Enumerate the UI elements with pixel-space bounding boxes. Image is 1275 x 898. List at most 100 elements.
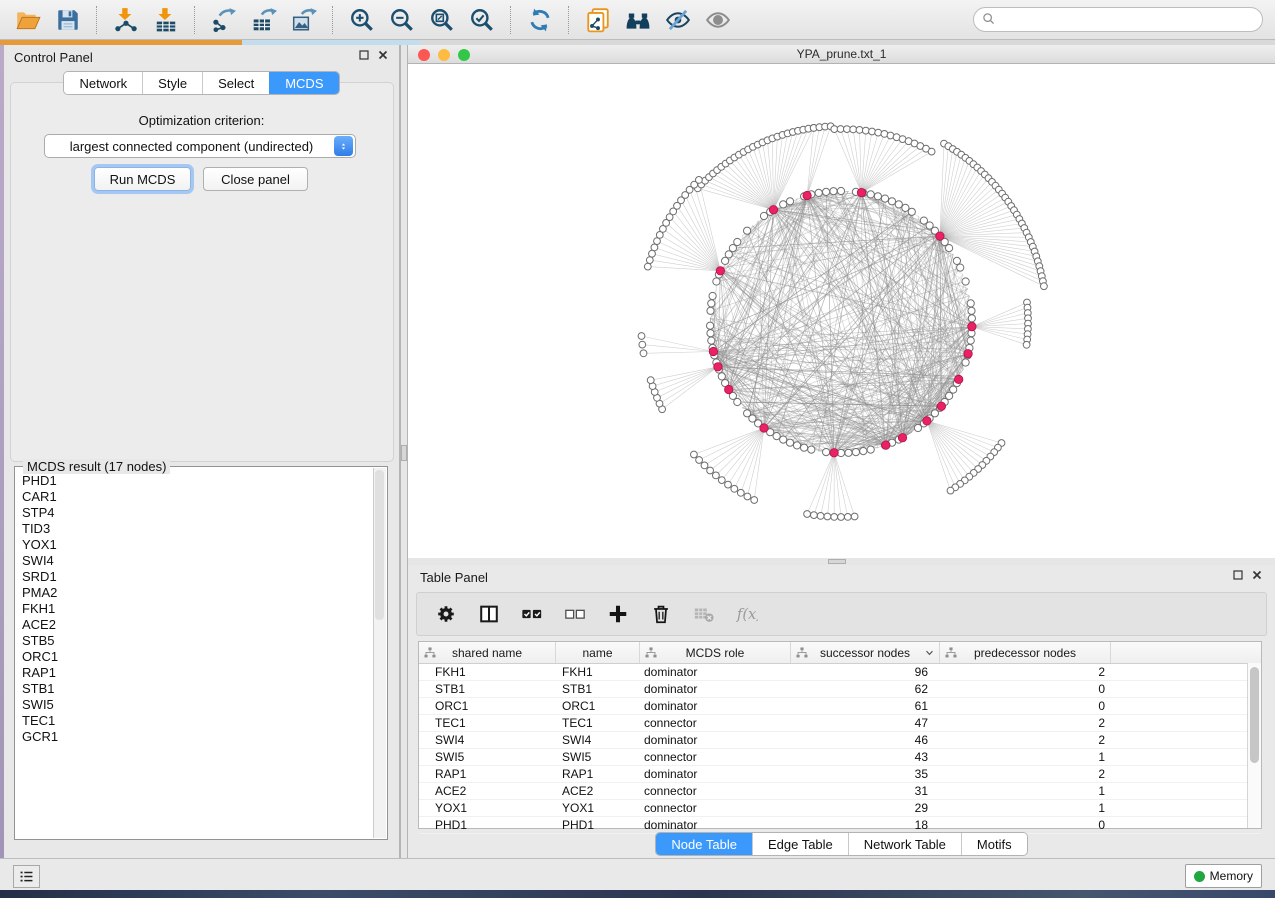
run-mcds-button[interactable]: Run MCDS	[94, 167, 191, 191]
cell-MCDS-role[interactable]: dominator	[640, 698, 791, 714]
add-row-button[interactable]	[605, 598, 631, 630]
save-session-button[interactable]	[48, 4, 88, 36]
network-node[interactable]	[968, 315, 975, 322]
mcds-result-item[interactable]: STB5	[22, 633, 374, 649]
network-node[interactable]	[967, 300, 974, 307]
close-panel-button[interactable]: Close panel	[203, 167, 308, 191]
table-row[interactable]: FKH1FKH1dominator962	[419, 664, 1261, 681]
mcds-hub-node[interactable]	[803, 191, 811, 199]
zoom-selected-button[interactable]	[462, 4, 502, 36]
leaf-node[interactable]	[725, 481, 732, 488]
network-node[interactable]	[860, 448, 867, 455]
cell-MCDS-role[interactable]: connector	[640, 715, 791, 731]
network-graph[interactable]	[408, 64, 1275, 558]
mcds-hub-node[interactable]	[937, 402, 945, 410]
select-all-button[interactable]	[519, 598, 545, 630]
mcds-hub-node[interactable]	[968, 322, 976, 330]
column-header-name[interactable]: name	[556, 642, 640, 663]
leaf-node[interactable]	[644, 263, 651, 270]
cell-successor-nodes[interactable]: 18	[791, 817, 940, 833]
mcds-hub-node[interactable]	[936, 232, 944, 240]
cell-name[interactable]: RAP1	[556, 766, 640, 782]
network-node[interactable]	[867, 191, 874, 198]
show-graphics-button[interactable]	[698, 4, 738, 36]
mcds-result-item[interactable]: CAR1	[22, 489, 374, 505]
mcds-result-item[interactable]: TEC1	[22, 713, 374, 729]
close-panel-icon[interactable]	[1251, 568, 1263, 586]
network-node[interactable]	[874, 193, 881, 200]
zoom-in-button[interactable]	[342, 4, 382, 36]
cell-successor-nodes[interactable]: 47	[791, 715, 940, 731]
open-session-button[interactable]	[8, 4, 48, 36]
mcds-hub-node[interactable]	[709, 347, 717, 355]
mcds-result-item[interactable]: TID3	[22, 521, 374, 537]
criterion-select[interactable]: largest connected component (undirected)	[44, 134, 356, 158]
leaf-node[interactable]	[649, 250, 656, 257]
leaf-node[interactable]	[640, 350, 647, 357]
leaf-node[interactable]	[718, 477, 725, 484]
network-node[interactable]	[780, 201, 787, 208]
table-row[interactable]: STB1STB1dominator620	[419, 681, 1261, 698]
cell-shared-name[interactable]: STB1	[419, 681, 556, 697]
search-input[interactable]	[1002, 12, 1262, 28]
cell-predecessor-nodes[interactable]: 2	[940, 732, 1111, 748]
window-maximize-icon[interactable]	[458, 49, 470, 61]
table-row[interactable]: ORC1ORC1dominator610	[419, 698, 1261, 715]
tab-network-table[interactable]: Network Table	[848, 833, 961, 855]
network-node[interactable]	[957, 264, 964, 271]
splitter-handle[interactable]	[828, 559, 846, 564]
leaf-node[interactable]	[856, 127, 863, 134]
memory-button[interactable]: Memory	[1185, 864, 1262, 888]
leaf-node[interactable]	[701, 462, 708, 469]
table-row[interactable]: YOX1YOX1connector291	[419, 800, 1261, 817]
cell-shared-name[interactable]: TEC1	[419, 715, 556, 731]
leaf-node[interactable]	[804, 511, 811, 518]
mcds-result-item[interactable]: GCR1	[22, 729, 374, 745]
network-node[interactable]	[881, 195, 888, 202]
network-node[interactable]	[908, 208, 915, 215]
destroy-table-button[interactable]	[691, 598, 717, 630]
cell-successor-nodes[interactable]: 43	[791, 749, 940, 765]
mcds-hub-node[interactable]	[882, 441, 890, 449]
float-panel-icon[interactable]	[358, 48, 370, 66]
cell-predecessor-nodes[interactable]: 1	[940, 749, 1111, 765]
search-box[interactable]	[973, 7, 1263, 32]
leaf-node[interactable]	[1041, 283, 1048, 290]
cell-shared-name[interactable]: ACE2	[419, 783, 556, 799]
leaf-node[interactable]	[928, 148, 935, 155]
mcds-result-item[interactable]: SWI4	[22, 553, 374, 569]
cell-shared-name[interactable]: RAP1	[419, 766, 556, 782]
columns-button[interactable]	[476, 598, 502, 630]
leaf-node[interactable]	[1023, 341, 1030, 348]
cell-successor-nodes[interactable]: 46	[791, 732, 940, 748]
mcds-result-item[interactable]: SWI5	[22, 697, 374, 713]
network-node[interactable]	[914, 424, 921, 431]
tab-mcds[interactable]: MCDS	[269, 72, 338, 94]
cell-name[interactable]: ORC1	[556, 698, 640, 714]
network-node[interactable]	[722, 257, 729, 264]
leaf-node[interactable]	[947, 487, 954, 494]
network-node[interactable]	[823, 449, 830, 456]
network-canvas[interactable]	[408, 64, 1275, 558]
network-node[interactable]	[845, 449, 852, 456]
cell-predecessor-nodes[interactable]: 1	[940, 783, 1111, 799]
network-node[interactable]	[967, 337, 974, 344]
sort-desc-icon[interactable]	[923, 646, 936, 659]
leaf-node[interactable]	[647, 377, 654, 384]
horizontal-splitter[interactable]	[408, 558, 1275, 565]
leaf-node[interactable]	[817, 513, 824, 520]
network-node[interactable]	[718, 373, 725, 380]
network-node[interactable]	[852, 449, 859, 456]
cell-predecessor-nodes[interactable]: 2	[940, 715, 1111, 731]
zoom-fit-button[interactable]	[422, 4, 462, 36]
cell-name[interactable]: SWI5	[556, 749, 640, 765]
tab-network[interactable]: Network	[64, 72, 142, 94]
splitter-handle[interactable]	[401, 445, 407, 461]
network-node[interactable]	[968, 307, 975, 314]
cell-MCDS-role[interactable]: dominator	[640, 817, 791, 833]
cell-successor-nodes[interactable]: 96	[791, 664, 940, 680]
leaf-node[interactable]	[737, 489, 744, 496]
network-node[interactable]	[962, 278, 969, 285]
network-node[interactable]	[786, 439, 793, 446]
leaf-node[interactable]	[651, 244, 658, 251]
